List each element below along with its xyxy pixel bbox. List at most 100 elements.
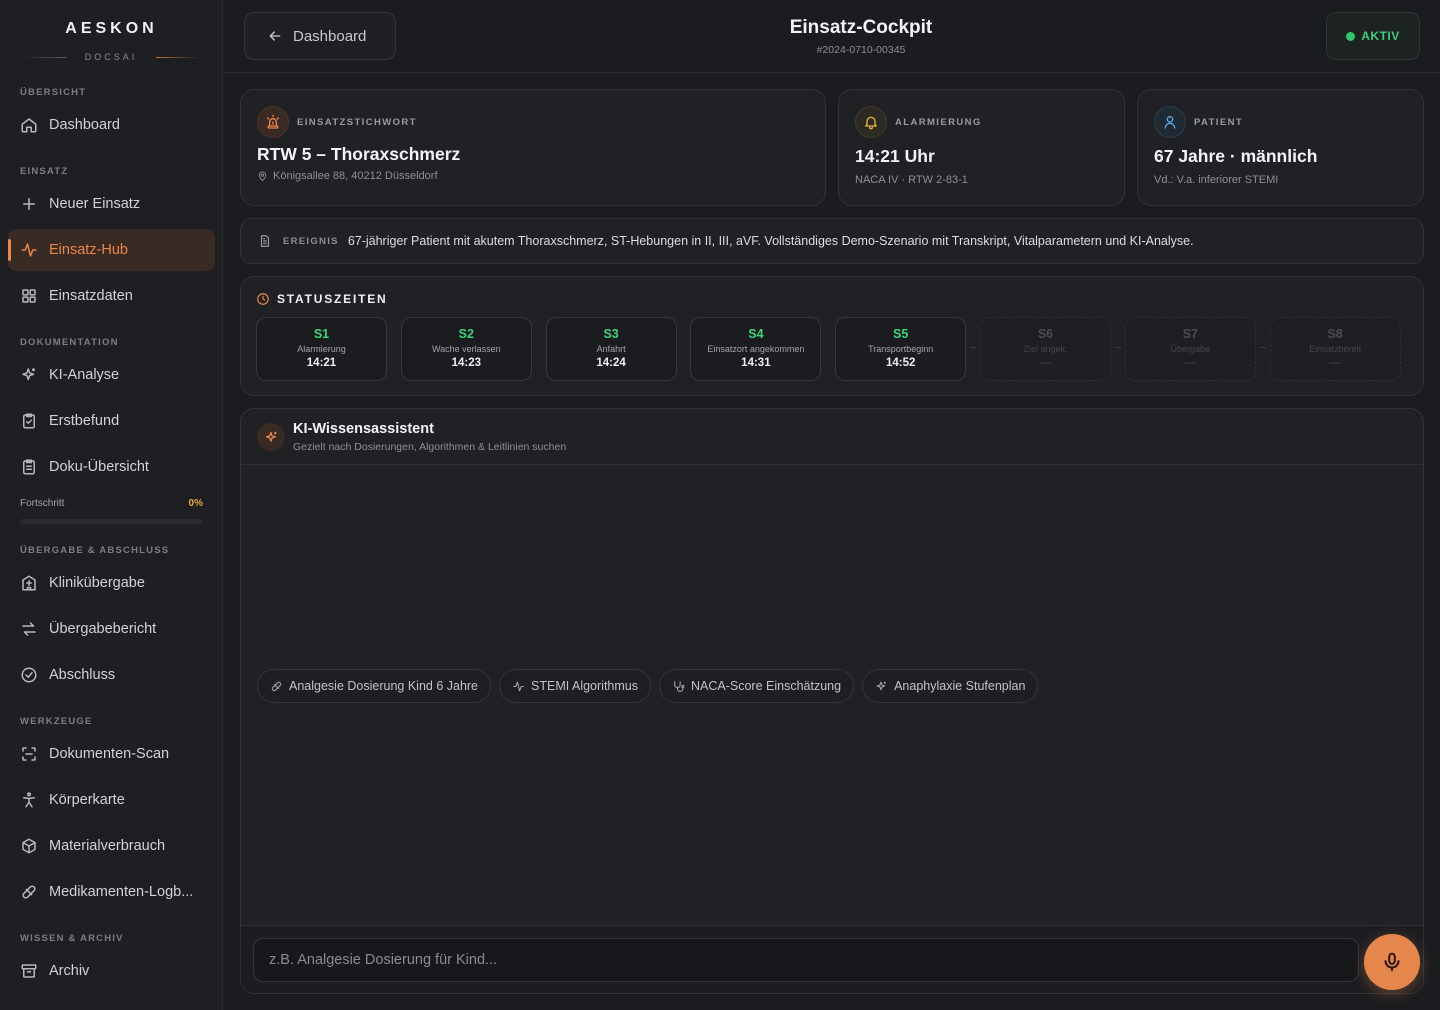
- status-time: —: [1039, 357, 1052, 369]
- card-label: PATIENT: [1194, 117, 1244, 128]
- sparkles-icon: [876, 681, 886, 690]
- sidebar-item-more[interactable]: [8, 996, 215, 1010]
- bell-icon: [865, 116, 877, 130]
- sidebar-item-label: Materialverbrauch: [49, 838, 166, 854]
- status-time-s1[interactable]: S1 Alarmierung 14:21: [256, 317, 387, 381]
- section-title-handover: ÜBERGABE & ABSCHLUSS: [20, 545, 170, 556]
- sidebar-item-body-map[interactable]: Körperkarte: [8, 779, 215, 821]
- status-separator: [970, 347, 977, 348]
- status-time-s3[interactable]: S3 Anfahrt 14:24: [545, 317, 677, 381]
- clipboard-check-icon: [23, 413, 35, 429]
- status-code: S2: [458, 327, 474, 341]
- sidebar-item-label: Einsatz-Hub: [49, 242, 128, 258]
- status-desc: Transportbeginn: [868, 344, 934, 354]
- status-code: S1: [313, 327, 330, 341]
- chip-label: STEMI Algorithmus: [531, 679, 638, 693]
- progress-value: 0%: [188, 498, 203, 509]
- status-desc: Alarmierung: [297, 344, 346, 354]
- assistant-composer: [241, 925, 1423, 993]
- status-code: S7: [1182, 327, 1198, 341]
- sidebar-item-hub[interactable]: Einsatz-Hub: [8, 229, 215, 271]
- sidebar-item-label: KI-Analyse: [49, 367, 120, 383]
- section-title-documentation: DOKUMENTATION: [20, 337, 119, 348]
- status-time: —: [1184, 357, 1197, 369]
- suggestion-chip-analgesia[interactable]: Analgesie Dosierung Kind 6 Jahre: [257, 669, 492, 703]
- sidebar-item-label: Abschluss: [49, 667, 116, 683]
- sidebar-item-initial-finding[interactable]: Erstbefund: [8, 400, 215, 442]
- sidebar-item-doc-scan[interactable]: Dokumenten-Scan: [8, 733, 215, 775]
- document-icon: [260, 235, 270, 247]
- sidebar-item-label: Erstbefund: [49, 413, 120, 429]
- event-text: 67-jähriger Patient mit akutem Thoraxsch…: [347, 234, 1194, 248]
- clock-icon: [257, 293, 269, 305]
- status-desc: Übergabe: [1170, 344, 1211, 354]
- status-times-title: STATUSZEITEN: [277, 292, 388, 306]
- sidebar-item-new-mission[interactable]: Neuer Einsatz: [8, 183, 215, 225]
- status-time-s8[interactable]: S8 Einsatzbereit —: [1269, 317, 1401, 381]
- plus-icon: [23, 198, 35, 210]
- card-value: 14:21 Uhr: [855, 146, 935, 166]
- swap-arrows-icon: [22, 622, 36, 636]
- status-time-s4[interactable]: S4 Einsatzort angekommen 14:31: [690, 317, 822, 381]
- chip-label: Analgesie Dosierung Kind 6 Jahre: [289, 679, 479, 693]
- status-time-s7[interactable]: S7 Übergabe —: [1124, 317, 1256, 381]
- status-code: S4: [748, 327, 764, 341]
- siren-icon: [267, 114, 279, 129]
- card-alarm-icon-wrap: [855, 106, 887, 138]
- assistant-icon-wrap: [257, 423, 285, 451]
- sidebar-item-archive[interactable]: Archiv: [8, 950, 215, 992]
- sidebar-item-completion[interactable]: Abschluss: [8, 654, 215, 696]
- status-times-panel: STATUSZEITEN S1 Alarmierung 14:21 S2 Wache v…: [240, 276, 1424, 396]
- sidebar-item-label: Körperkarte: [49, 792, 125, 808]
- microphone-button[interactable]: [1364, 934, 1420, 990]
- progress-row: Fortschritt 0%: [20, 498, 203, 512]
- status-time: 14:24: [596, 357, 626, 369]
- suggestion-chips: Analgesie Dosierung Kind 6 Jahre STEMI A…: [257, 669, 1039, 703]
- sparkles-icon: [265, 431, 276, 442]
- status-dot-icon: [1346, 31, 1356, 41]
- status-separator: [1115, 347, 1121, 348]
- sidebar-item-dashboard[interactable]: Dashboard: [8, 104, 215, 146]
- status-time-s5[interactable]: S5 Transportbeginn 14:52: [835, 317, 967, 381]
- suggestion-chip-stemi[interactable]: STEMI Algorithmus: [499, 669, 651, 703]
- mission-id: #2024-0710-00345: [816, 44, 906, 56]
- sidebar-item-material[interactable]: Materialverbrauch: [8, 825, 215, 867]
- stethoscope-icon: [674, 680, 685, 692]
- assistant-subtitle: Gezielt nach Dosierungen, Algorithmen & …: [293, 441, 567, 453]
- status-desc: Anfahrt: [596, 344, 626, 354]
- progress-bar: [20, 519, 203, 524]
- chip-label: NACA-Score Einschätzung: [691, 679, 842, 693]
- status-time: 14:52: [885, 357, 916, 369]
- card-value: 67 Jahre · männlich: [1154, 146, 1318, 166]
- progress-label: Fortschritt: [20, 498, 65, 509]
- pill-icon: [22, 885, 36, 899]
- sidebar-item-ai-analysis[interactable]: KI-Analyse: [8, 354, 215, 396]
- sidebar-item-handover-report[interactable]: Übergabebericht: [8, 608, 215, 650]
- status-badge: AKTIV: [1326, 12, 1420, 60]
- sidebar-item-clinic-handover[interactable]: Klinikübergabe: [8, 562, 215, 604]
- sidebar-item-doc-overview[interactable]: Doku-Übersicht: [8, 446, 215, 488]
- status-times-header: STATUSZEITEN: [256, 292, 388, 306]
- status-time: —: [1329, 357, 1341, 369]
- brand-name: AESKON: [65, 20, 158, 37]
- status-desc: Wache verlassen: [431, 344, 501, 354]
- sidebar-item-label: Doku-Übersicht: [49, 459, 149, 475]
- status-desc: Ziel angek.: [1023, 344, 1068, 354]
- card-label: ALARMIERUNG: [895, 117, 982, 128]
- sidebar-item-mission-data[interactable]: Einsatzdaten: [8, 275, 215, 317]
- sidebar-item-med-log[interactable]: Medikamenten-Logb...: [8, 871, 215, 913]
- status-code: S6: [1037, 327, 1054, 341]
- assistant-search-input[interactable]: [253, 938, 1359, 982]
- sidebar: AESKON DOCSAI ÜBERSICHT Dashboard EINSAT…: [0, 0, 223, 1010]
- brand-sub-row: DOCSAI: [22, 52, 200, 62]
- suggestion-chip-naca[interactable]: NACA-Score Einschätzung: [659, 669, 855, 703]
- assistant-title: KI-Wissensassistent: [293, 421, 434, 437]
- sidebar-item-label: Übergabebericht: [49, 621, 157, 637]
- card-meta: Vd.: V.a. inferiorer STEMI: [1154, 174, 1279, 186]
- status-time-s2[interactable]: S2 Wache verlassen 14:23: [400, 317, 532, 381]
- suggestion-chip-anaphylaxis[interactable]: Anaphylaxie Stufenplan: [862, 669, 1039, 703]
- status-time-s6[interactable]: S6 Ziel angek. —: [980, 317, 1111, 381]
- card-patient-icon-wrap: [1154, 106, 1186, 138]
- card-mission-keyword: EINSATZSTICHWORT RTW 5 – Thoraxschmerz K…: [240, 89, 826, 206]
- brand-divider-right: [156, 57, 200, 58]
